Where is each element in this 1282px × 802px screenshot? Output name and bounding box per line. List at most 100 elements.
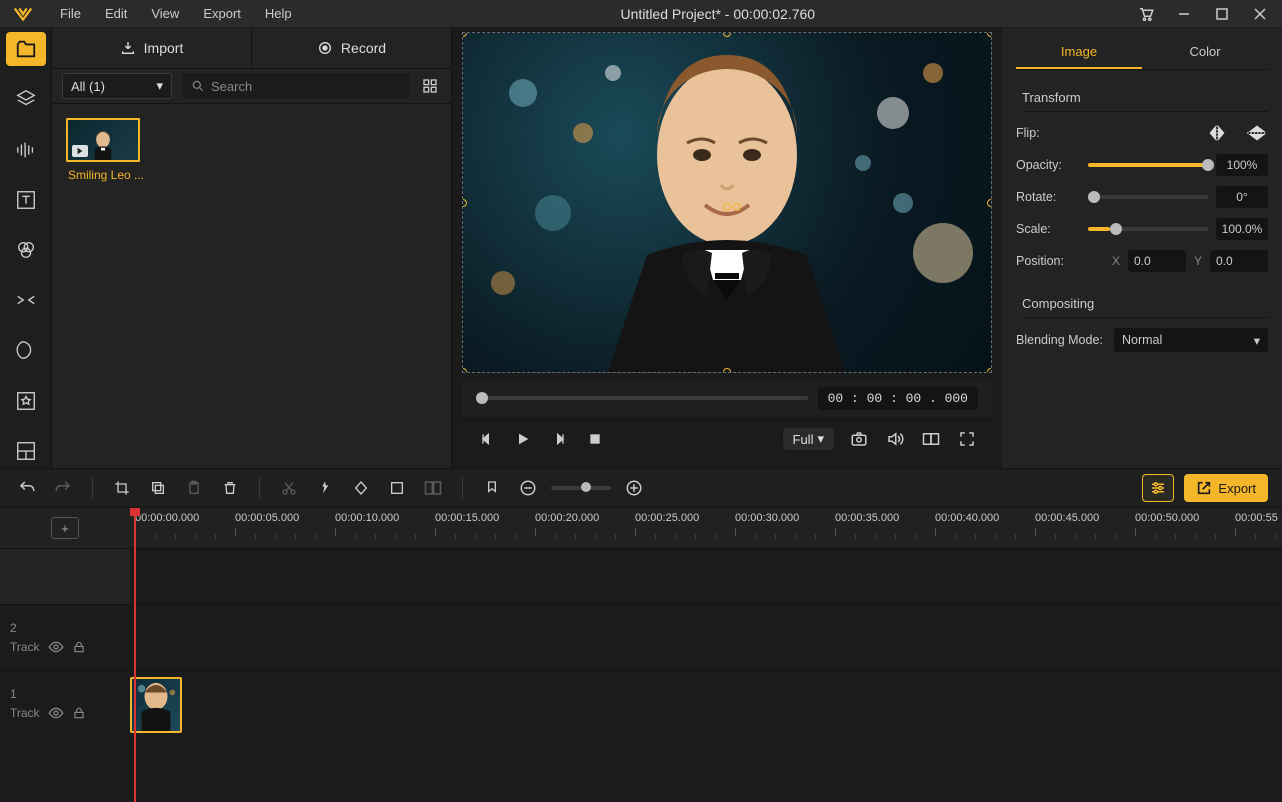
zoom-out-button[interactable] <box>515 475 541 501</box>
resize-handle[interactable] <box>987 32 992 37</box>
menu-export[interactable]: Export <box>195 2 249 25</box>
pos-y-label: Y <box>1194 254 1202 268</box>
flip-horizontal-button[interactable] <box>1206 122 1228 144</box>
anchor-point[interactable] <box>722 199 742 214</box>
preview-size-select[interactable]: Full▾ <box>783 428 834 450</box>
undo-button[interactable] <box>14 475 40 501</box>
paste-button[interactable] <box>181 475 207 501</box>
position-x-input[interactable]: 0.0 <box>1128 250 1186 272</box>
blend-value: Normal <box>1122 333 1162 347</box>
playback-time: 00 : 00 : 00 . 000 <box>818 387 978 410</box>
stop-button[interactable] <box>584 428 606 450</box>
sidebar-media-icon[interactable] <box>6 32 46 66</box>
view-grid-icon[interactable] <box>419 75 441 97</box>
prev-frame-button[interactable] <box>476 428 498 450</box>
timeline-clip[interactable] <box>130 677 182 733</box>
scale-slider[interactable] <box>1088 227 1208 231</box>
flip-vertical-button[interactable] <box>1246 122 1268 144</box>
seek-slider[interactable] <box>476 396 808 400</box>
resize-handle[interactable] <box>987 199 992 207</box>
ruler-tick: 00:00:40.000 <box>935 512 999 524</box>
volume-button[interactable] <box>884 428 906 450</box>
delete-button[interactable] <box>217 475 243 501</box>
redo-button[interactable] <box>50 475 76 501</box>
tab-color[interactable]: Color <box>1142 36 1268 69</box>
close-button[interactable] <box>1244 0 1276 28</box>
record-icon <box>317 40 333 56</box>
group-button[interactable] <box>420 475 446 501</box>
resize-handle[interactable] <box>987 368 992 373</box>
rotate-slider[interactable] <box>1088 195 1208 199</box>
play-button[interactable] <box>512 428 534 450</box>
position-y-input[interactable]: 0.0 <box>1210 250 1268 272</box>
search-input[interactable]: Search <box>182 73 409 99</box>
sidebar-elements-icon[interactable] <box>6 384 46 418</box>
section-compositing: Compositing <box>1022 290 1268 318</box>
media-clip-label: Smiling Leo ... <box>66 168 146 182</box>
visibility-icon[interactable] <box>48 705 64 721</box>
sidebar-layers-icon[interactable] <box>6 82 46 116</box>
menu-view[interactable]: View <box>143 2 187 25</box>
blending-mode-select[interactable]: Normal ▾ <box>1114 328 1268 352</box>
resize-handle[interactable] <box>723 368 731 373</box>
track-1-lane[interactable] <box>130 671 1282 736</box>
snapshot-button[interactable] <box>848 428 870 450</box>
cut-button[interactable] <box>276 475 302 501</box>
menu-help[interactable]: Help <box>257 2 300 25</box>
scale-value[interactable]: 100.0% <box>1216 218 1268 240</box>
visibility-icon[interactable] <box>48 639 64 655</box>
import-button[interactable]: Import <box>52 28 252 68</box>
ruler-tick: 00:00:45.000 <box>1035 512 1099 524</box>
zoom-slider[interactable] <box>551 486 611 490</box>
media-filter-select[interactable]: All (1) ▾ <box>62 73 172 99</box>
sidebar-split-icon[interactable] <box>6 434 46 468</box>
copy-button[interactable] <box>145 475 171 501</box>
sidebar-text-icon[interactable] <box>6 183 46 217</box>
blend-label: Blending Mode: <box>1016 333 1106 347</box>
menu-file[interactable]: File <box>52 2 89 25</box>
next-frame-button[interactable] <box>548 428 570 450</box>
rotate-value[interactable]: 0° <box>1216 186 1268 208</box>
track-label: Track <box>10 706 40 720</box>
ruler-tick: 00:00:15.000 <box>435 512 499 524</box>
marker-button[interactable] <box>479 475 505 501</box>
timeline-ruler[interactable]: 00:00:00.00000:00:05.00000:00:10.00000:0… <box>130 508 1282 548</box>
sidebar-effects-icon[interactable] <box>6 333 46 367</box>
keyframe-button[interactable] <box>348 475 374 501</box>
track-2-lane[interactable] <box>130 605 1282 670</box>
sidebar-transitions-icon[interactable] <box>6 283 46 317</box>
maximize-button[interactable] <box>1206 0 1238 28</box>
opacity-slider[interactable] <box>1088 163 1208 167</box>
cart-icon[interactable] <box>1130 0 1162 28</box>
zoom-in-button[interactable] <box>621 475 647 501</box>
lock-icon[interactable] <box>72 706 86 720</box>
track-label: Track <box>10 640 40 654</box>
search-icon <box>191 79 205 93</box>
ruler-tick: 00:00:50.000 <box>1135 512 1199 524</box>
sidebar-audio-icon[interactable] <box>6 132 46 166</box>
compare-button[interactable] <box>920 428 942 450</box>
ruler-tick: 00:00:35.000 <box>835 512 899 524</box>
fullscreen-button[interactable] <box>956 428 978 450</box>
sidebar-filters-icon[interactable] <box>6 233 46 267</box>
section-transform: Transform <box>1022 84 1268 112</box>
crop-button[interactable] <box>109 475 135 501</box>
crop-ratio-button[interactable] <box>384 475 410 501</box>
record-button[interactable]: Record <box>252 28 451 68</box>
export-button[interactable]: Export <box>1184 474 1268 502</box>
minimize-button[interactable] <box>1168 0 1200 28</box>
opacity-value[interactable]: 100% <box>1216 154 1268 176</box>
preview-canvas[interactable] <box>462 32 992 373</box>
window-title: Untitled Project* - 00:00:02.760 <box>306 6 1130 22</box>
speed-button[interactable] <box>312 475 338 501</box>
import-label: Import <box>144 40 184 56</box>
resize-handle[interactable] <box>462 368 467 373</box>
app-logo <box>0 3 46 25</box>
menu-edit[interactable]: Edit <box>97 2 135 25</box>
settings-button[interactable] <box>1142 474 1174 502</box>
tab-image[interactable]: Image <box>1016 36 1142 69</box>
media-clip[interactable]: Smiling Leo ... <box>66 118 146 182</box>
lock-icon[interactable] <box>72 640 86 654</box>
export-label: Export <box>1218 481 1256 496</box>
add-track-button[interactable]: + <box>51 517 79 539</box>
